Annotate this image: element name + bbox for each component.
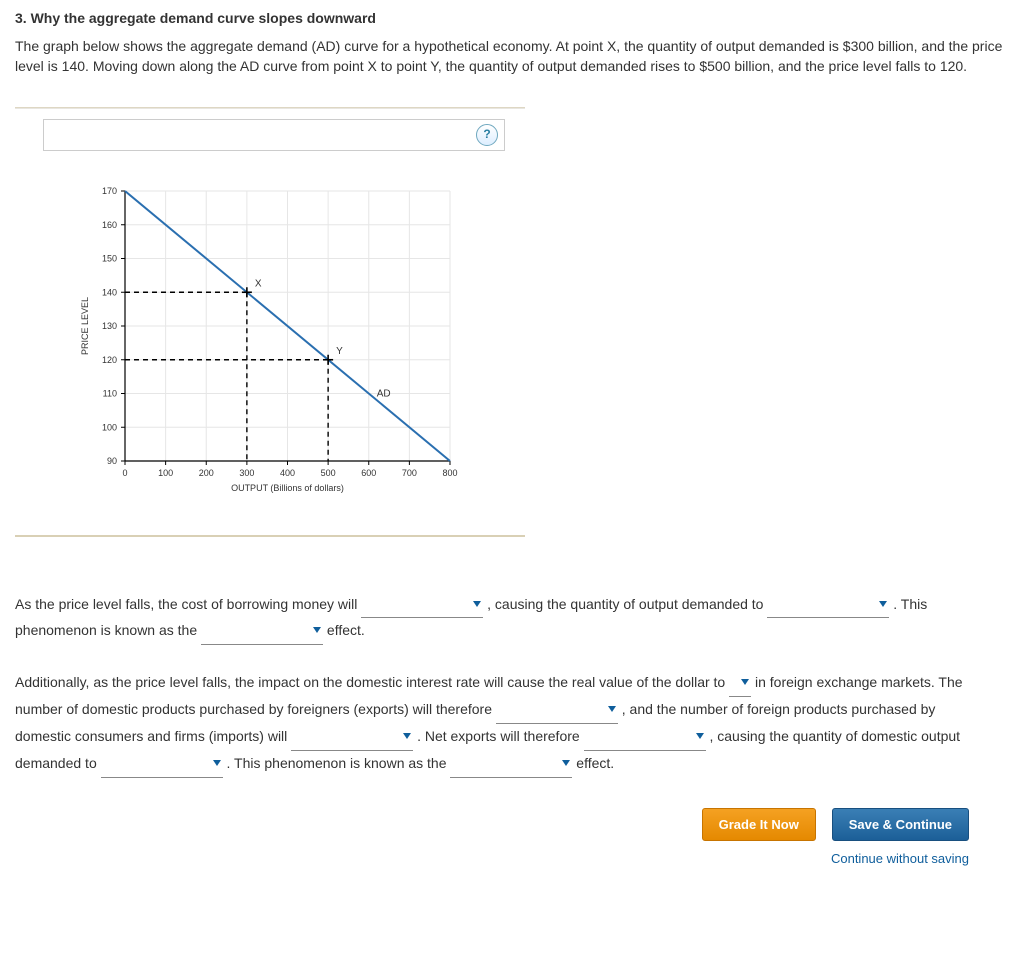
svg-text:120: 120 <box>102 354 117 364</box>
svg-text:Y: Y <box>336 345 343 356</box>
svg-text:500: 500 <box>321 468 336 478</box>
dropdown-blank[interactable] <box>201 618 323 645</box>
svg-text:600: 600 <box>361 468 376 478</box>
grade-button[interactable]: Grade It Now <box>702 808 816 841</box>
graph-section: ? 0 100 200 300 400 500 600 700 800 90 100 110 120 13… <box>15 107 525 537</box>
graph-toolbar: ? <box>43 119 505 151</box>
action-footer: Grade It Now Save & Continue <box>15 808 1009 841</box>
text: , causing the quantity of output demande… <box>487 596 767 612</box>
dropdown-blank[interactable] <box>291 724 413 751</box>
svg-text:160: 160 <box>102 219 117 229</box>
text: . Net exports will therefore <box>417 728 584 744</box>
svg-text:150: 150 <box>102 253 117 263</box>
svg-text:X: X <box>255 278 262 289</box>
help-icon[interactable]: ? <box>476 124 498 146</box>
intro-paragraph: The graph below shows the aggregate dema… <box>15 36 1009 77</box>
chevron-down-icon <box>608 706 616 712</box>
svg-text:110: 110 <box>103 388 117 398</box>
chevron-down-icon <box>562 760 570 766</box>
svg-text:130: 130 <box>102 321 117 331</box>
chevron-down-icon <box>473 601 481 607</box>
text: effect. <box>576 755 614 771</box>
divider <box>15 107 525 109</box>
question-heading: 3. Why the aggregate demand curve slopes… <box>15 10 1009 26</box>
chevron-down-icon <box>213 760 221 766</box>
svg-text:700: 700 <box>402 468 417 478</box>
fill-in-paragraph-2: Additionally, as the price level falls, … <box>15 670 975 778</box>
fill-in-paragraph-1: As the price level falls, the cost of bo… <box>15 592 975 646</box>
svg-text:140: 140 <box>102 287 117 297</box>
dropdown-blank[interactable] <box>729 670 751 697</box>
chevron-down-icon <box>313 627 321 633</box>
svg-text:200: 200 <box>199 468 214 478</box>
save-continue-button[interactable]: Save & Continue <box>832 808 969 841</box>
dropdown-blank[interactable] <box>101 751 223 778</box>
svg-text:400: 400 <box>280 468 295 478</box>
text: effect. <box>327 622 365 638</box>
continue-without-saving-link[interactable]: Continue without saving <box>15 851 1009 866</box>
svg-text:100: 100 <box>158 468 173 478</box>
svg-text:0: 0 <box>122 468 127 478</box>
dropdown-blank[interactable] <box>361 592 483 619</box>
svg-text:AD: AD <box>377 388 391 399</box>
text: . This phenomenon is known as the <box>227 755 451 771</box>
dropdown-blank[interactable] <box>584 724 706 751</box>
dropdown-blank[interactable] <box>450 751 572 778</box>
divider <box>15 535 525 537</box>
svg-text:PRICE LEVEL: PRICE LEVEL <box>80 297 90 355</box>
ad-chart: 0 100 200 300 400 500 600 700 800 90 100 110 120 130 1… <box>70 171 470 521</box>
chevron-down-icon <box>403 733 411 739</box>
dropdown-blank[interactable] <box>496 697 618 724</box>
text: Additionally, as the price level falls, … <box>15 674 729 690</box>
svg-text:300: 300 <box>239 468 254 478</box>
svg-text:100: 100 <box>102 422 117 432</box>
svg-text:90: 90 <box>107 456 117 466</box>
chevron-down-icon <box>741 679 749 685</box>
dropdown-blank[interactable] <box>767 592 889 619</box>
svg-text:OUTPUT (Billions of dollars): OUTPUT (Billions of dollars) <box>231 483 344 493</box>
text: As the price level falls, the cost of bo… <box>15 596 361 612</box>
chevron-down-icon <box>879 601 887 607</box>
chevron-down-icon <box>696 733 704 739</box>
svg-text:800: 800 <box>442 468 457 478</box>
svg-text:170: 170 <box>102 186 117 196</box>
